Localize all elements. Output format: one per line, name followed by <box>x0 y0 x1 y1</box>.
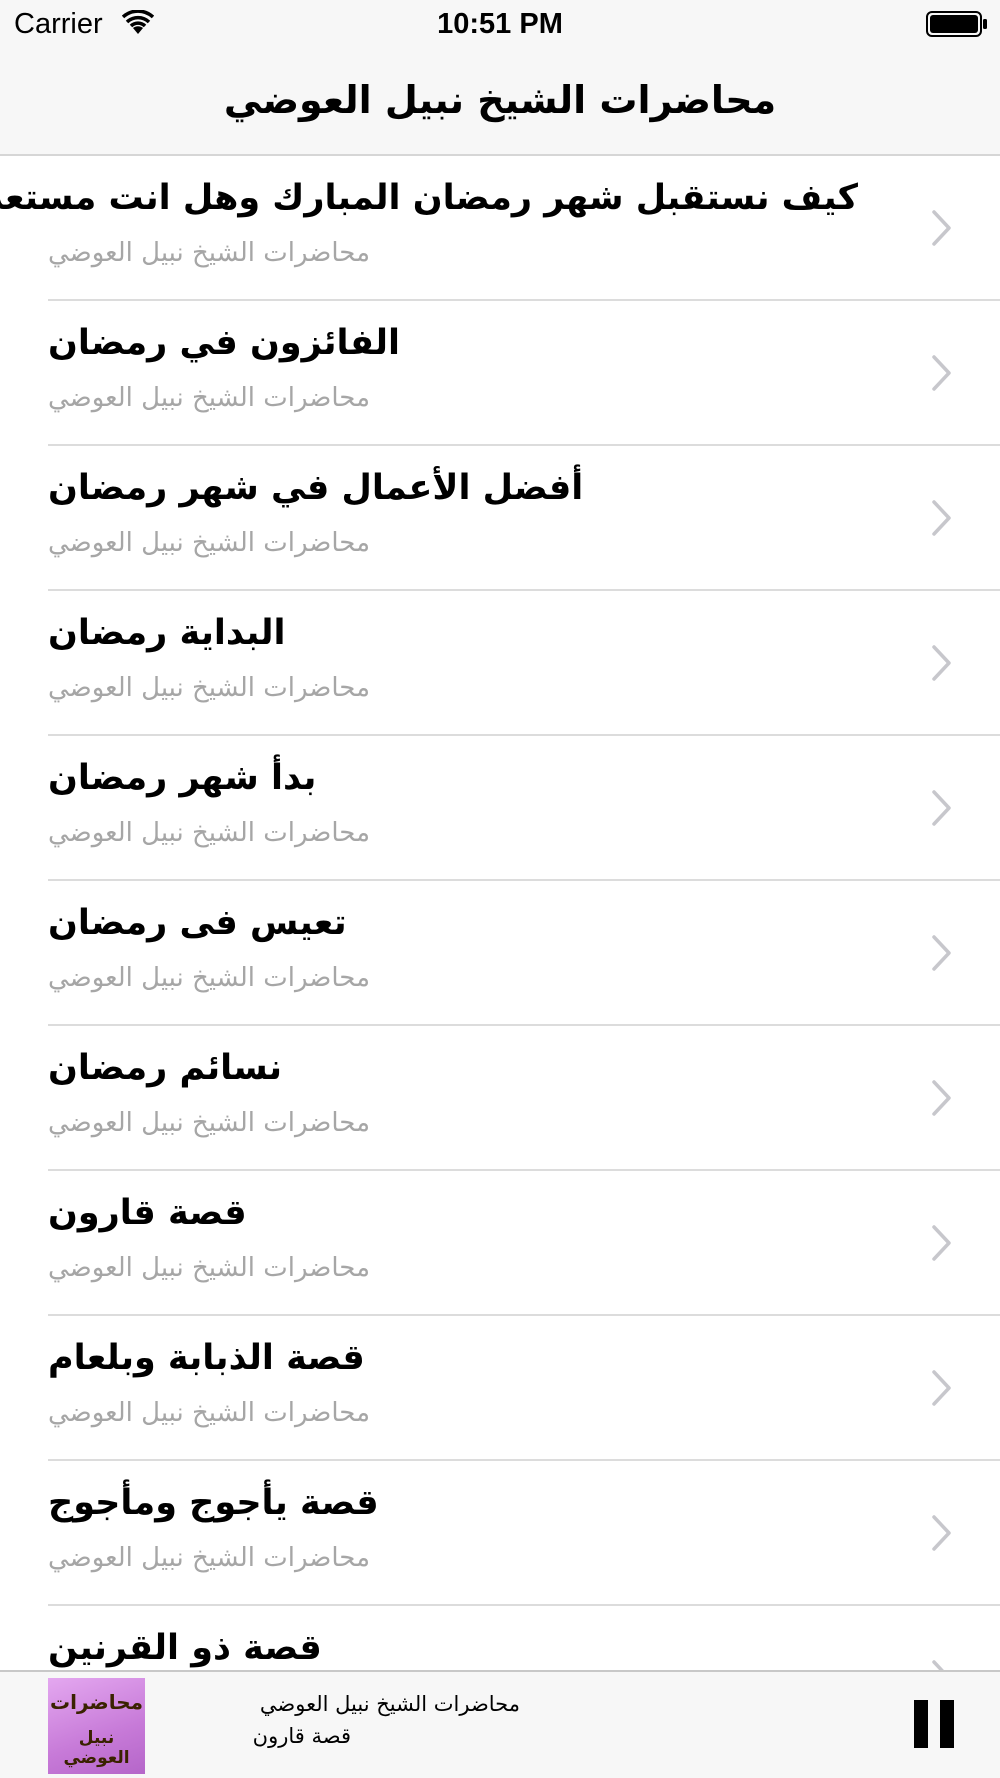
list-item[interactable]: قصة يأجوج ومأجوج محاضرات الشيخ نبيل العو… <box>0 1461 1000 1606</box>
status-time: 10:51 PM <box>437 8 563 40</box>
chevron-right-icon <box>932 935 951 971</box>
list-item[interactable]: قصة ذو القرنين <box>0 1606 1000 1670</box>
list-item-subtitle: محاضرات الشيخ نبيل العوضي <box>48 818 371 848</box>
list-item-title: قصة الذبابة وبلعام <box>48 1338 365 1378</box>
list-item-title: كيف نستقبل شهر رمضان المبارك وهل انت مست… <box>0 178 858 218</box>
now-playing-album: محاضرات الشيخ نبيل العوضي <box>259 1692 520 1716</box>
list-item-subtitle: محاضرات الشيخ نبيل العوضي <box>48 528 371 558</box>
list-item[interactable]: أفضل الأعمال في شهر رمضان محاضرات الشيخ … <box>0 446 1000 591</box>
list-item-title: بدأ شهر رمضان <box>48 758 317 798</box>
list-item-title: قصة قارون <box>48 1193 247 1233</box>
chevron-right-icon <box>932 645 951 681</box>
now-playing-track: قصة قارون <box>252 1724 351 1748</box>
list-item-subtitle: محاضرات الشيخ نبيل العوضي <box>48 238 371 268</box>
list-item-subtitle: محاضرات الشيخ نبيل العوضي <box>48 383 371 413</box>
chevron-right-icon <box>932 355 951 391</box>
artwork-subtitle: نبيل العوضي <box>63 1728 130 1768</box>
page-title: محاضرات الشيخ نبيل العوضي <box>223 78 777 122</box>
list-item[interactable]: كيف نستقبل شهر رمضان المبارك وهل انت مست… <box>0 156 1000 301</box>
navigation-bar: محاضرات الشيخ نبيل العوضي <box>0 54 1000 156</box>
chevron-right-icon <box>932 1370 951 1406</box>
list-item-title: نسائم رمضان <box>48 1048 282 1088</box>
chevron-right-icon <box>932 1225 951 1261</box>
chevron-right-icon <box>932 1660 944 1670</box>
list-item[interactable]: تعيس فى رمضان محاضرات الشيخ نبيل العوضي <box>0 881 1000 1026</box>
chevron-right-icon <box>932 1515 951 1551</box>
chevron-right-icon <box>932 500 951 536</box>
chevron-right-icon <box>932 790 951 826</box>
lecture-list[interactable]: كيف نستقبل شهر رمضان المبارك وهل انت مست… <box>0 156 1000 1670</box>
list-item-subtitle: محاضرات الشيخ نبيل العوضي <box>48 1543 371 1573</box>
list-item-title: تعيس فى رمضان <box>48 903 347 943</box>
list-item-subtitle: محاضرات الشيخ نبيل العوضي <box>48 673 371 703</box>
list-item-subtitle: محاضرات الشيخ نبيل العوضي <box>48 963 371 993</box>
list-item-title: الفائزون في رمضان <box>48 323 401 363</box>
list-item-subtitle: محاضرات الشيخ نبيل العوضي <box>48 1398 371 1428</box>
now-playing-bar[interactable]: محاضرات نبيل العوضي محاضرات الشيخ نبيل ا… <box>0 1670 1000 1778</box>
list-item[interactable]: بدأ شهر رمضان محاضرات الشيخ نبيل العوضي <box>0 736 1000 881</box>
chevron-right-icon <box>932 210 951 246</box>
list-item-title: البداية رمضان <box>48 613 286 653</box>
list-item-title: قصة ذو القرنين <box>48 1628 322 1668</box>
album-artwork[interactable]: محاضرات نبيل العوضي <box>48 1678 145 1774</box>
artwork-title: محاضرات <box>49 1690 144 1714</box>
list-item[interactable]: قصة الذبابة وبلعام محاضرات الشيخ نبيل ال… <box>0 1316 1000 1461</box>
list-item[interactable]: قصة قارون محاضرات الشيخ نبيل العوضي <box>0 1171 1000 1316</box>
list-item-title: قصة يأجوج ومأجوج <box>48 1483 379 1523</box>
pause-button[interactable] <box>912 1700 956 1748</box>
list-item-subtitle: محاضرات الشيخ نبيل العوضي <box>48 1108 371 1138</box>
list-item[interactable]: البداية رمضان محاضرات الشيخ نبيل العوضي <box>0 591 1000 736</box>
list-item[interactable]: نسائم رمضان محاضرات الشيخ نبيل العوضي <box>0 1026 1000 1171</box>
status-bar: Carrier 10:51 PM <box>0 0 1000 54</box>
chevron-right-icon <box>932 1080 951 1116</box>
list-item[interactable]: الفائزون في رمضان محاضرات الشيخ نبيل الع… <box>0 301 1000 446</box>
battery-icon <box>926 11 987 37</box>
list-item-title: أفضل الأعمال في شهر رمضان <box>48 468 584 508</box>
list-item-subtitle: محاضرات الشيخ نبيل العوضي <box>48 1253 371 1283</box>
